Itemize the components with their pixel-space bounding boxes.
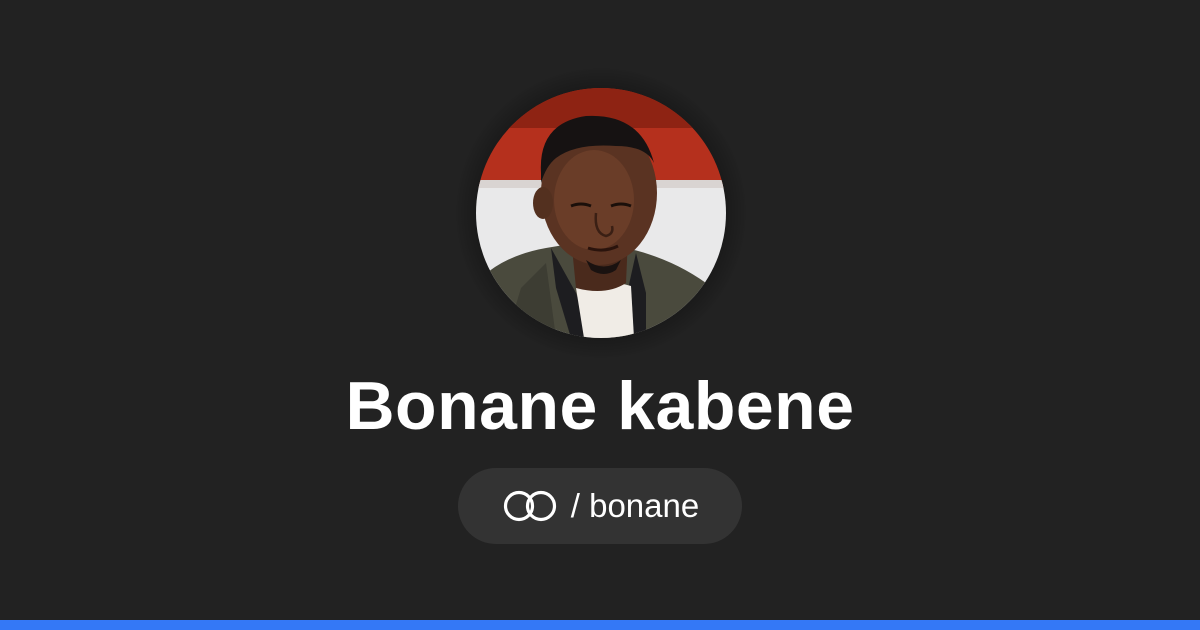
profile-handle-pill[interactable]: / bonane: [458, 468, 742, 544]
profile-card: Bonane kabene / bonane: [0, 0, 1200, 630]
link-chain-icon: [501, 489, 559, 523]
avatar: [476, 88, 726, 338]
accent-bar: [0, 620, 1200, 630]
avatar-photo: [476, 88, 726, 338]
profile-handle: / bonane: [570, 487, 700, 524]
profile-name: Bonane kabene: [345, 368, 855, 444]
